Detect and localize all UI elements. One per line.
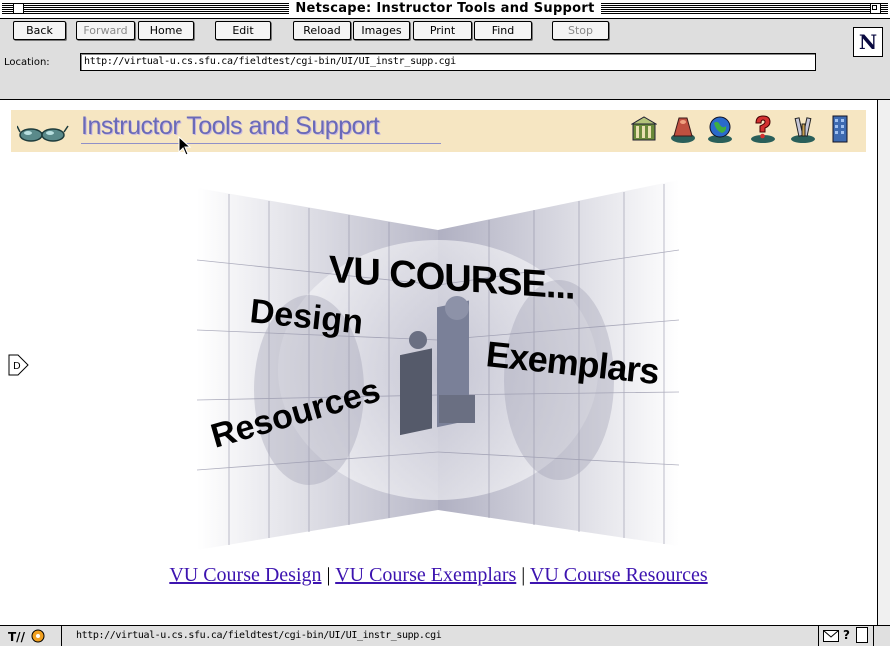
window-title-wrap: Netscape: Instructor Tools and Support [0, 1, 890, 16]
broken-key-icon: T// [8, 629, 45, 644]
print-button[interactable]: Print [413, 21, 472, 40]
help-icon[interactable] [749, 114, 777, 144]
component-bar-icon[interactable] [856, 627, 868, 643]
mouse-cursor-icon [178, 136, 192, 156]
status-bar: T// http://virtual-u.cs.sfu.ca/fieldtest… [0, 625, 890, 646]
library-icon[interactable] [631, 114, 657, 144]
building-icon[interactable] [829, 114, 851, 146]
title-bar[interactable]: Netscape: Instructor Tools and Support [0, 0, 890, 19]
svg-text:T//: T// [8, 630, 26, 644]
question-icon[interactable]: ? [843, 628, 850, 642]
toolbar: Back Forward Home Edit Reload Images Pri… [0, 19, 890, 100]
page-title: Instructor Tools and Support [81, 112, 380, 140]
globe-icon[interactable] [706, 114, 734, 144]
title-underline [81, 143, 441, 144]
home-button[interactable]: Home [138, 21, 194, 40]
link-separator-2: | [521, 564, 526, 586]
link-course-resources[interactable]: VU Course Resources [530, 564, 708, 586]
mail-icon[interactable] [823, 630, 839, 642]
back-button[interactable]: Back [13, 21, 66, 40]
vertical-scrollbar[interactable] [877, 100, 890, 625]
vu-course-hero-image: VU COURSE... Design Exemplars Resources [196, 180, 680, 550]
page-banner: Instructor Tools and Support [11, 110, 866, 152]
netscape-logo-letter: N [858, 30, 878, 54]
course-links: VU Course Design | VU Course Exemplars |… [0, 564, 877, 587]
tools-icon[interactable] [789, 114, 817, 144]
link-course-design[interactable]: VU Course Design [169, 564, 321, 586]
stop-button[interactable]: Stop [552, 21, 609, 40]
location-field[interactable]: http://virtual-u.cs.sfu.ca/fieldtest/cgi… [80, 53, 816, 71]
status-url: http://virtual-u.cs.sfu.ca/fieldtest/cgi… [76, 630, 442, 641]
forward-button[interactable]: Forward [76, 21, 135, 40]
reload-button[interactable]: Reload [293, 21, 351, 40]
zoom-box[interactable] [870, 3, 881, 14]
link-separator-1: | [326, 564, 331, 586]
sidebar-tab-handle[interactable]: D [8, 353, 30, 377]
eyeglasses-icon [17, 125, 69, 142]
netscape-logo[interactable]: N [853, 27, 883, 57]
page-content: Instructor Tools and Support VU COURSE..… [0, 100, 877, 625]
edit-button[interactable]: Edit [215, 21, 271, 40]
security-indicator[interactable]: T// [0, 626, 62, 646]
link-course-exemplars[interactable]: VU Course Exemplars [335, 564, 516, 586]
window-title: Netscape: Instructor Tools and Support [289, 1, 601, 16]
location-label: Location: [4, 57, 50, 68]
status-right-icons: ? [818, 626, 874, 646]
images-button[interactable]: Images [353, 21, 410, 40]
find-button[interactable]: Find [474, 21, 532, 40]
lab-icon[interactable] [669, 114, 697, 144]
svg-text:D: D [13, 361, 21, 372]
nav-icon-bar [631, 114, 861, 148]
